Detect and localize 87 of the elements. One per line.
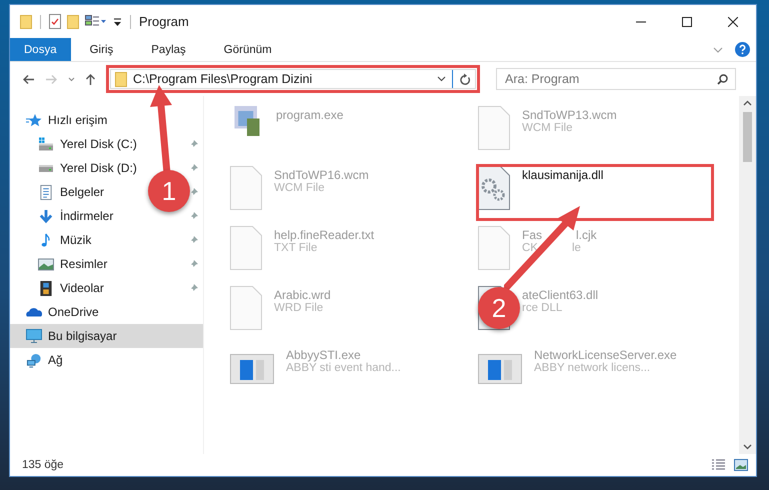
window-file-icon xyxy=(478,354,522,384)
close-icon xyxy=(728,16,738,26)
file-type: ABBY network licens... xyxy=(534,362,650,374)
file-name: l.cjk xyxy=(576,228,597,242)
sidebar-item[interactable]: Müzik xyxy=(10,228,96,252)
blank-file-icon xyxy=(230,286,262,330)
back-arrow-icon[interactable] xyxy=(22,74,35,84)
sidebar-item[interactable]: Videolar xyxy=(10,276,108,300)
sidebar-item[interactable]: Bu bilgisayar xyxy=(10,324,203,348)
file-name: klausimanija.dll xyxy=(522,168,604,182)
blank-file-icon xyxy=(478,226,510,270)
help-icon[interactable] xyxy=(735,42,750,57)
file-type: WCM File xyxy=(522,122,572,134)
file-name: NetworkLicenseServer.exe xyxy=(534,348,677,362)
film-icon xyxy=(38,280,54,296)
dropdown-icon[interactable] xyxy=(113,16,122,26)
details-view-icon[interactable] xyxy=(711,459,726,471)
star-icon xyxy=(26,112,42,128)
monitor-icon xyxy=(26,328,42,344)
scroll-up-icon[interactable] xyxy=(743,100,752,106)
document-icon xyxy=(38,184,54,200)
sidebar-item[interactable]: OneDrive xyxy=(10,300,103,324)
pin-icon[interactable] xyxy=(189,259,199,269)
drive-icon xyxy=(38,164,54,172)
chevron-down-icon[interactable] xyxy=(437,76,446,82)
step-badge: 1 xyxy=(148,170,190,212)
file-type: ABBY sti event hand... xyxy=(286,362,401,374)
ribbon-tab[interactable]: Dosya xyxy=(10,38,71,61)
blank-file-icon xyxy=(230,226,262,270)
scrollbar[interactable] xyxy=(739,96,756,454)
file-name: Fas xyxy=(522,228,542,242)
folder-icon xyxy=(115,72,127,86)
maximize-icon xyxy=(682,16,692,26)
blank-file-icon xyxy=(230,166,262,210)
network-globe-icon xyxy=(26,352,42,368)
pin-icon[interactable] xyxy=(189,211,199,221)
sidebar-item[interactable]: Hızlı erişim xyxy=(10,108,112,132)
search-field[interactable]: Ara: Program xyxy=(496,68,736,90)
image-icon xyxy=(38,256,54,272)
sidebar-item[interactable]: Resimler xyxy=(10,252,112,276)
file-type: TXT File xyxy=(274,242,318,254)
file-name: Arabic.wrd xyxy=(274,288,331,302)
pin-icon[interactable] xyxy=(189,163,199,173)
file-name: SndToWP13.wcm xyxy=(522,108,617,122)
sidebar-item[interactable]: İndirmeler xyxy=(10,204,118,228)
file-name: help.fineReader.txt xyxy=(274,228,374,242)
file-type: CK xyxy=(522,242,538,254)
file-type: WRD File xyxy=(274,302,324,314)
window-file-icon xyxy=(230,354,274,384)
gear-file-icon xyxy=(478,166,510,210)
sidebar-item[interactable]: Belgeler xyxy=(10,180,108,204)
file-name: SndToWP16.wcm xyxy=(274,168,369,182)
sidebar-item[interactable]: Yerel Disk (D:) xyxy=(10,156,141,180)
up-arrow-icon[interactable] xyxy=(85,72,96,86)
pin-icon[interactable] xyxy=(189,283,199,293)
file-name: AbbyySTI.exe xyxy=(286,348,361,362)
item-count: 135 öğe xyxy=(22,459,64,471)
pin-icon[interactable] xyxy=(189,139,199,149)
refresh-icon[interactable] xyxy=(459,72,471,86)
properties-icon[interactable] xyxy=(85,14,107,28)
scroll-thumb[interactable] xyxy=(743,112,752,162)
folder-icon[interactable] xyxy=(20,14,32,28)
pin-icon[interactable] xyxy=(189,187,199,197)
address-bar[interactable]: C:\Program Files\Program Dizini xyxy=(110,69,476,89)
file-type: rce DLL xyxy=(522,302,562,314)
file-name: ateClient63.dll xyxy=(522,288,598,302)
minimize-icon xyxy=(636,20,646,22)
scroll-down-icon[interactable] xyxy=(743,444,752,450)
checklist-icon[interactable] xyxy=(49,14,61,29)
folder-icon[interactable] xyxy=(67,14,79,28)
pin-icon[interactable] xyxy=(189,235,199,245)
address-path: C:\Program Files\Program Dizini xyxy=(133,72,314,86)
sidebar-item[interactable]: Yerel Disk (C:) xyxy=(10,132,141,156)
ribbon-tab[interactable]: Görünüm xyxy=(204,38,291,61)
blank-file-icon xyxy=(478,106,510,150)
file-type: WCM File xyxy=(274,182,324,194)
window-title: Program xyxy=(139,14,189,29)
application-icon xyxy=(234,106,260,136)
ribbon-tab[interactable]: Giriş xyxy=(70,38,132,61)
search-icon[interactable] xyxy=(717,74,728,85)
file-type: le xyxy=(572,242,581,254)
thumbnail-view-icon[interactable] xyxy=(734,459,748,471)
download-arrow-icon xyxy=(38,208,54,224)
drive-icon xyxy=(38,136,54,152)
file-name: program.exe xyxy=(276,108,344,122)
sidebar-item[interactable]: Ağ xyxy=(10,348,67,372)
ribbon-tab[interactable]: Paylaş xyxy=(132,38,205,61)
